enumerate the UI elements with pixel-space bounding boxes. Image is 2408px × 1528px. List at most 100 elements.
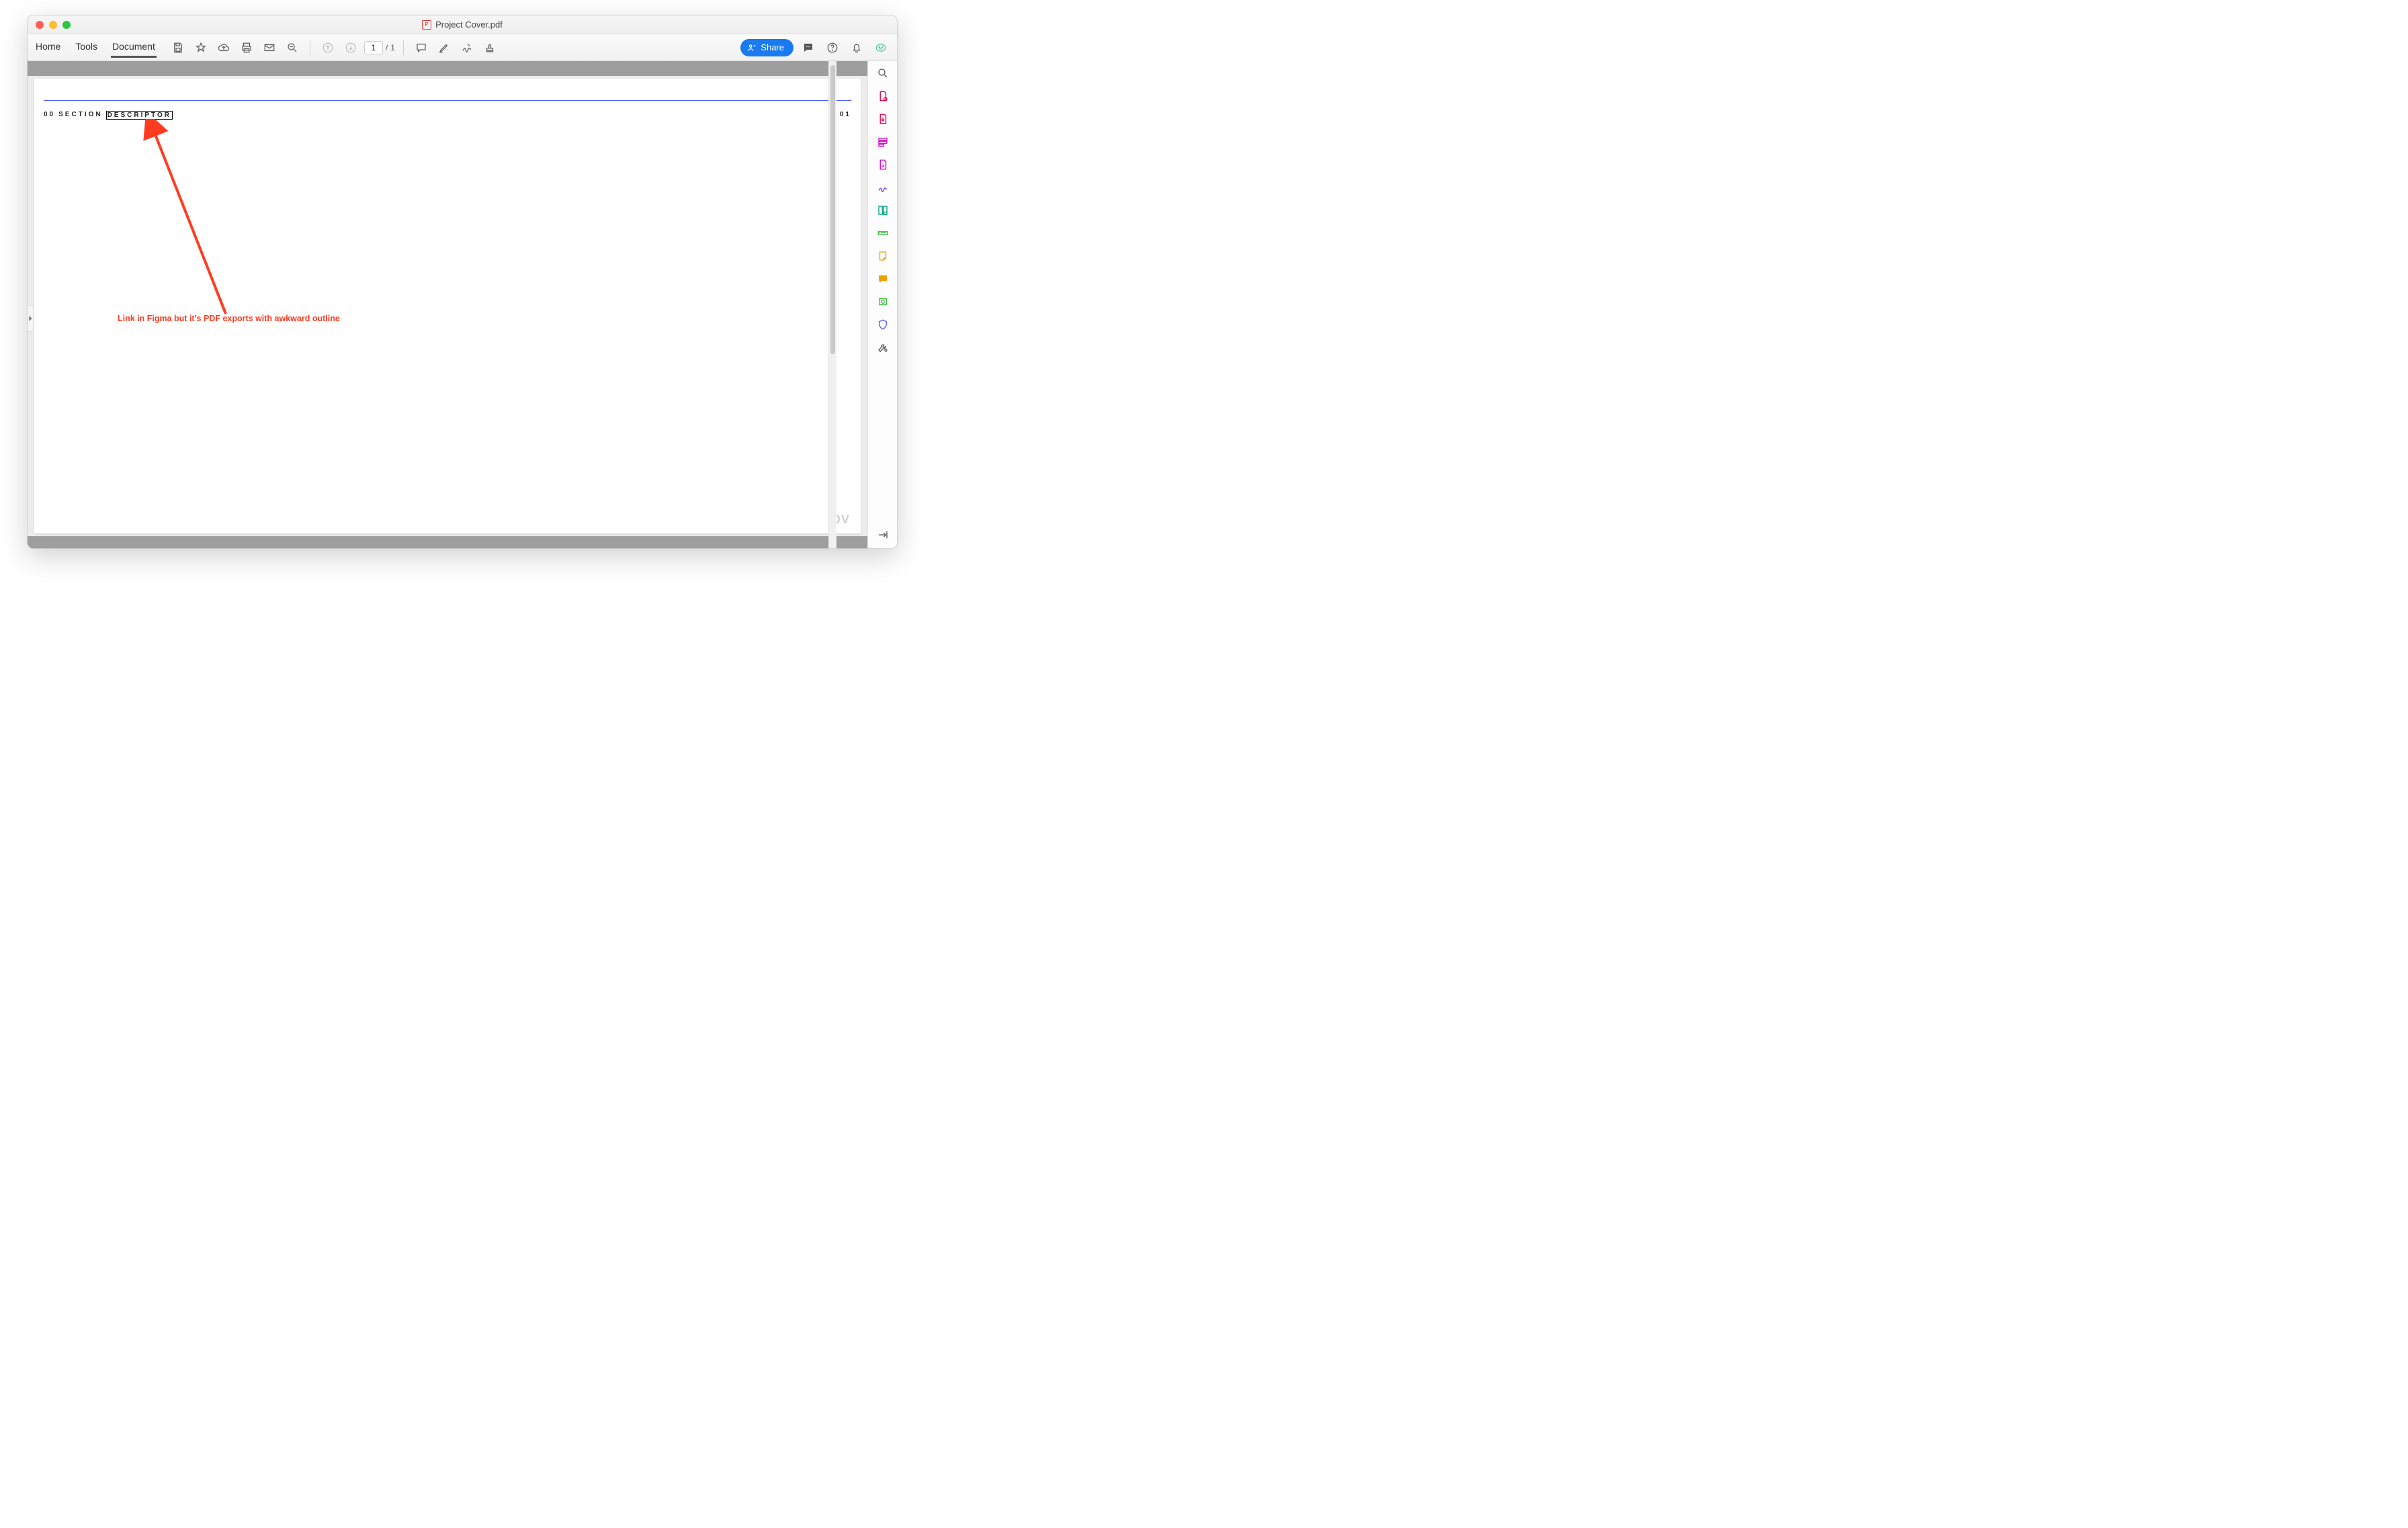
email-button[interactable] [260,38,279,57]
page-down-button[interactable] [341,38,360,57]
save-icon [172,42,184,54]
rail-sign[interactable] [875,179,891,196]
page-header-left: 00 SECTION DESCRIPTOR [44,111,173,120]
rail-organize[interactable] [875,134,891,150]
tab-document[interactable]: Document [111,37,157,58]
stamp-tool-button[interactable] [480,38,499,57]
search-icon [877,67,889,79]
rail-compare[interactable] [875,202,891,218]
toolbar: Home Tools Document / [28,34,897,61]
left-pane-toggle[interactable] [28,305,34,332]
account-button[interactable] [871,38,890,57]
print-prod-icon [877,296,889,308]
scrollbar-thumb[interactable] [830,65,835,354]
page-sep: / [386,43,388,52]
arrow-up-icon [322,42,334,54]
pdf-file-icon: P [422,20,431,30]
sign-icon [877,181,889,194]
note-icon [877,250,889,262]
annotation-arrow [142,119,276,321]
tools-rail [867,61,897,548]
sign-tool-button[interactable] [458,38,476,57]
section-label: SECTION [58,111,102,120]
rail-edit-pdf[interactable] [875,157,891,173]
mail-icon [263,42,275,54]
tab-home[interactable]: Home [34,37,62,58]
document-viewport[interactable]: 00 SECTION DESCRIPTOR 01 OV Link in Figm… [28,61,867,548]
share-person-icon [747,43,757,52]
pdf-page: 00 SECTION DESCRIPTOR 01 OV Link in Figm… [34,79,861,534]
comment-tool-button[interactable] [412,38,431,57]
bell-icon [851,42,863,54]
save-button[interactable] [169,38,187,57]
rail-search[interactable] [875,65,891,81]
titlebar: P Project Cover.pdf [28,15,897,34]
highlight-tool-button[interactable] [435,38,454,57]
rail-measure[interactable] [875,225,891,241]
rail-protect[interactable] [875,316,891,333]
shield-icon [877,319,889,331]
app-window: P Project Cover.pdf Home Tools Document [27,15,898,549]
expand-right-icon [877,529,889,541]
descriptor-link[interactable]: DESCRIPTOR [106,111,173,120]
star-button[interactable] [191,38,210,57]
print-icon [241,42,253,54]
measure-icon [877,227,889,239]
share-button[interactable]: Share [740,39,793,56]
export-pdf-icon [877,113,889,125]
page-number: 01 [840,111,851,118]
cloud-upload-button[interactable] [214,38,233,57]
page-indicator: / 1 [364,41,395,54]
menu-tabs: Home Tools Document [34,37,157,58]
page-total: 1 [390,43,395,52]
highlighter-icon [438,42,450,54]
chat-icon [802,42,814,54]
organize-icon [877,136,889,148]
close-window-button[interactable] [36,21,44,29]
chat-button[interactable] [799,38,818,57]
annotation-text: Link in Figma but it's PDF exports with … [118,314,340,323]
rail-export-pdf[interactable] [875,111,891,127]
rail-expand[interactable] [875,527,891,543]
cloud-upload-icon [218,42,230,54]
arrow-down-icon [345,42,357,54]
rail-create-pdf[interactable] [875,88,891,104]
minimize-window-button[interactable] [49,21,57,29]
section-number: 00 [44,111,55,120]
toolbar-right: Share [740,38,890,57]
tab-tools[interactable]: Tools [74,37,99,58]
rail-print-prod[interactable] [875,294,891,310]
share-label: Share [761,42,784,52]
vertical-scrollbar[interactable] [828,61,836,548]
window-title: P Project Cover.pdf [28,19,897,30]
notifications-button[interactable] [847,38,866,57]
content-row: 00 SECTION DESCRIPTOR 01 OV Link in Figm… [28,61,897,548]
star-icon [195,42,207,54]
page-current-input[interactable] [364,41,383,54]
zoom-out-icon [286,42,298,54]
prev-page-edge [28,61,867,76]
comment-icon [877,273,889,285]
account-icon [875,42,887,54]
window-title-text: Project Cover.pdf [435,19,503,30]
wrench-icon [877,341,889,353]
edit-pdf-icon [877,159,889,171]
rail-comment[interactable] [875,271,891,287]
chevron-right-icon [29,316,32,321]
zoom-window-button[interactable] [62,21,71,29]
help-button[interactable] [823,38,842,57]
rail-more-tools[interactable] [875,339,891,355]
print-button[interactable] [237,38,256,57]
next-page-edge [28,536,867,548]
rail-note[interactable] [875,248,891,264]
header-rule [44,100,851,101]
zoom-out-button[interactable] [283,38,302,57]
page-up-button[interactable] [318,38,337,57]
help-icon [826,42,838,54]
create-pdf-icon [877,90,889,102]
stamp-icon [484,42,496,54]
speech-bubble-icon [415,42,427,54]
compare-icon [877,204,889,216]
toolbar-separator [403,40,404,55]
traffic-lights [36,21,71,29]
